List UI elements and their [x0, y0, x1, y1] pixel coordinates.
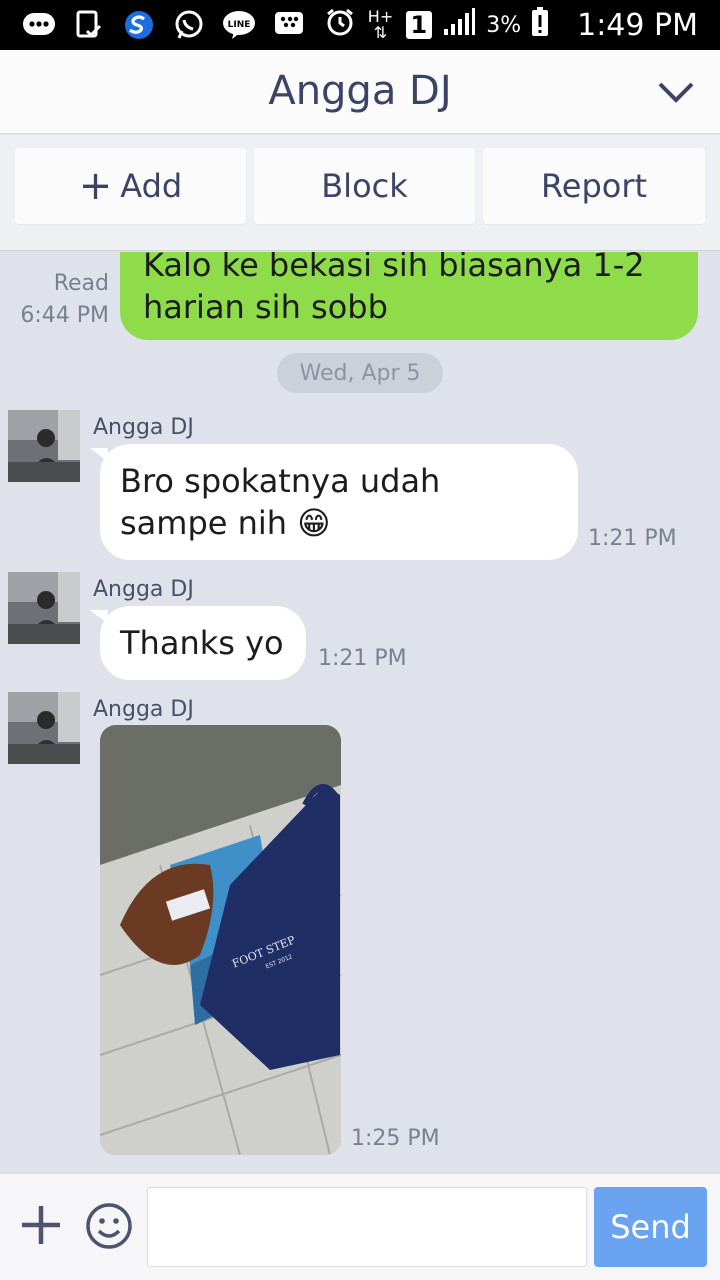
- send-button[interactable]: Send: [594, 1187, 707, 1267]
- chevron-down-icon[interactable]: [654, 72, 698, 112]
- message-time: 1:21 PM: [318, 646, 407, 671]
- add-label: Add: [120, 167, 183, 205]
- message-input-bar: Send: [0, 1173, 720, 1280]
- line-icon: LINE: [222, 8, 256, 42]
- avatar[interactable]: [8, 692, 80, 764]
- sent-message-line: Kalo ke bekasi sih biasanya 1-2: [143, 252, 645, 284]
- add-friend-button[interactable]: + Add: [15, 148, 246, 224]
- whatsapp-icon: [172, 8, 206, 42]
- message-time: 1:21 PM: [588, 526, 677, 551]
- sim-slot-badge: 1: [405, 11, 433, 39]
- block-button[interactable]: Block: [254, 148, 475, 224]
- alarm-icon: [324, 6, 356, 44]
- status-time: 1:49 PM: [577, 7, 698, 43]
- message-input[interactable]: [147, 1187, 587, 1267]
- avatar[interactable]: [8, 572, 80, 644]
- chat-title: Angga DJ: [268, 68, 452, 114]
- chat-header: Angga DJ: [0, 50, 720, 134]
- read-receipt: Read 6:44 PM: [20, 268, 109, 332]
- grin-emoji-icon: 😁: [297, 504, 331, 542]
- date-divider: Wed, Apr 5: [277, 353, 443, 393]
- sender-name: Angga DJ: [93, 577, 194, 602]
- network-icon: H+ ⇅: [367, 7, 394, 42]
- blackberry-icon: [272, 8, 306, 42]
- status-bar: LINE H+ ⇅ 1 3% 1:49 PM: [0, 0, 720, 50]
- sender-name: Angga DJ: [93, 697, 194, 722]
- message-text-line: sampe nih 😁: [120, 502, 331, 544]
- avatar[interactable]: [8, 410, 80, 482]
- sent-time: 6:44 PM: [20, 303, 109, 328]
- network-type: H+: [367, 7, 394, 26]
- sent-message-bubble[interactable]: Kalo ke bekasi sih biasanya 1-2 harian s…: [120, 252, 698, 340]
- received-message-bubble[interactable]: Bro spokatnya udah sampe nih 😁: [90, 444, 578, 560]
- emoji-icon[interactable]: [84, 1201, 134, 1251]
- bbm-icon: [22, 8, 56, 42]
- plus-icon[interactable]: [18, 1202, 64, 1248]
- message-text: sampe nih: [120, 504, 288, 542]
- photo-message[interactable]: FOOT STEP EST 2012: [100, 725, 341, 1155]
- battery-percent: 3%: [486, 12, 522, 38]
- read-label: Read: [53, 271, 109, 296]
- action-bar: + Add Block Report: [0, 135, 720, 251]
- message-list[interactable]: Read 6:44 PM Kalo ke bekasi sih biasanya…: [0, 252, 720, 1172]
- message-text-line: Bro spokatnya udah: [120, 462, 441, 500]
- block-label: Block: [321, 167, 408, 205]
- received-message-bubble[interactable]: Thanks yo: [90, 606, 306, 680]
- battery-icon: [531, 7, 549, 43]
- sent-message-line: harian sih sobb: [143, 288, 388, 326]
- s-logo-icon: [122, 8, 156, 42]
- clipboard-check-icon: [72, 8, 106, 42]
- message-time: 1:25 PM: [351, 1126, 440, 1151]
- report-label: Report: [540, 167, 648, 205]
- svg-text:LINE: LINE: [228, 20, 251, 30]
- signal-icon: [442, 7, 476, 43]
- message-text-line: Thanks yo: [120, 624, 284, 662]
- plus-icon: +: [78, 163, 113, 209]
- sender-name: Angga DJ: [93, 415, 194, 440]
- report-button[interactable]: Report: [483, 148, 705, 224]
